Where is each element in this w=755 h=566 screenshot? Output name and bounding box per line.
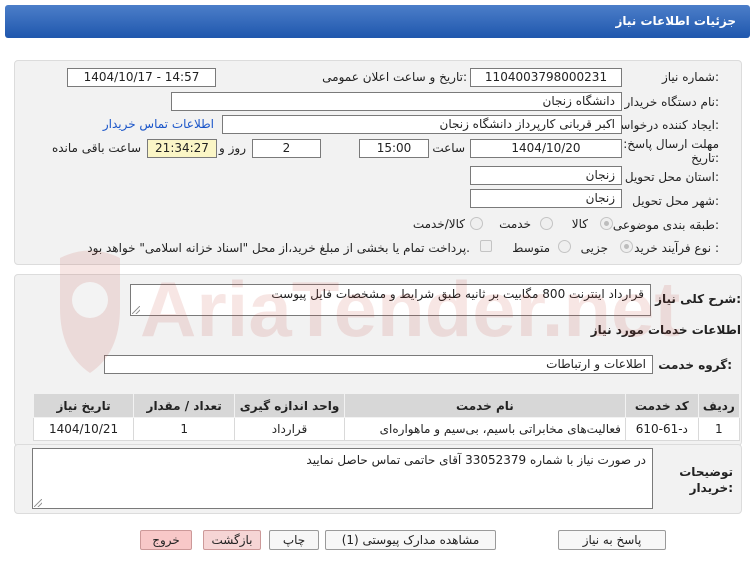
col-unit: واحد اندازه گیری [234, 393, 345, 418]
process-option-medium: متوسط [512, 241, 550, 255]
process-radio-minor[interactable] [620, 240, 633, 253]
city-label: شهر محل تحویل: [632, 194, 719, 208]
deadline-time-field: 15:00 [359, 139, 429, 158]
deadline-time-label: ساعت [432, 141, 465, 155]
col-row: ردیف [697, 393, 741, 418]
cell-name: فعالیت‌های مخابراتی باسیم، بی‌سیم و ماهو… [343, 417, 626, 441]
process-radio-medium[interactable] [558, 240, 571, 253]
services-section-title: اطلاعات خدمات مورد نیاز [590, 323, 741, 337]
exit-button[interactable]: خروج [140, 530, 192, 550]
province-field: زنجان [470, 166, 622, 185]
summary-resize-grip[interactable] [132, 306, 140, 314]
cell-row: 1 [697, 417, 741, 441]
cell-code: د-61-610 [624, 417, 699, 441]
category-radio-goods-service[interactable] [470, 217, 483, 230]
need-number-field: 1104003798000231 [470, 68, 622, 87]
announce-datetime-field: 1404/10/17 - 14:57 [67, 68, 216, 87]
deadline-date-field: 1404/10/20 [470, 139, 622, 158]
cell-need-date: 1404/10/21 [32, 417, 135, 441]
days-label: روز و [219, 141, 246, 155]
category-radio-goods[interactable] [600, 217, 613, 230]
buyer-notes-label-2: خریدار: [689, 481, 733, 495]
buyer-org-label: نام دستگاه خریدار: [624, 95, 720, 109]
process-label: نوع فرآیند خرید : [634, 241, 719, 255]
need-number-label: شماره نیاز: [661, 70, 719, 84]
payment-note: پرداخت تمام یا بخشی از مبلغ خرید،از محل … [87, 241, 470, 255]
days-remaining-field: 2 [252, 139, 321, 158]
page-header: جزئیات اطلاعات نیاز [5, 5, 750, 38]
details-panel [14, 60, 742, 265]
deadline-date-label: تاریخ: [691, 151, 719, 165]
page-title: جزئیات اطلاعات نیاز [615, 14, 736, 28]
col-code: کد خدمت [624, 393, 699, 418]
announce-label: تاریخ و ساعت اعلان عمومی: [322, 70, 467, 84]
city-field: زنجان [470, 189, 622, 208]
buyer-org-field: دانشگاه زنجان [171, 92, 622, 111]
remaining-time-field: 21:34:27 [147, 139, 217, 158]
cell-quantity: 1 [133, 417, 236, 441]
process-option-minor: جزیی [580, 241, 608, 255]
buyer-contact-link[interactable]: اطلاعات تماس خریدار [103, 117, 214, 131]
category-option-goods-service: کالا/خدمت [412, 217, 465, 231]
category-radio-service[interactable] [540, 217, 553, 230]
treasury-checkbox[interactable] [480, 240, 492, 252]
buyer-notes-textarea[interactable]: در صورت نیاز با شماره 33052379 آقای حاتم… [32, 448, 653, 509]
table-row: 1 د-61-610 فعالیت‌های مخابراتی باسیم، بی… [32, 417, 741, 441]
summary-textarea[interactable]: قرارداد اینترنت 800 مگابیت بر ثانیه طبق … [130, 284, 651, 316]
services-table-header: ردیف کد خدمت نام خدمت واحد اندازه گیری ت… [32, 393, 741, 418]
province-label: استان محل تحویل: [624, 170, 719, 184]
col-name: نام خدمت [343, 393, 626, 418]
deadline-label: مهلت ارسال پاسخ: تا [612, 137, 719, 151]
summary-label: شرح کلی نیاز: [655, 292, 741, 306]
col-quantity: تعداد / مقدار [133, 393, 236, 418]
attachments-button[interactable]: مشاهده مدارک پیوستی (1) [325, 530, 496, 550]
remaining-label: ساعت باقی مانده [51, 141, 141, 155]
print-button[interactable]: چاپ [269, 530, 319, 550]
cell-unit: قرارداد [234, 417, 345, 441]
creator-label: ایجاد کننده درخواست: [608, 118, 719, 132]
service-group-label: گروه خدمت: [658, 358, 732, 372]
category-label: طبقه بندی موضوعی: [612, 218, 719, 232]
col-need-date: تاریخ نیاز [32, 393, 135, 418]
notes-resize-grip[interactable] [34, 499, 42, 507]
category-option-service: خدمت [499, 217, 531, 231]
services-table: ردیف کد خدمت نام خدمت واحد اندازه گیری ت… [32, 393, 741, 441]
creator-field: اکبر قربانی کارپرداز دانشگاه زنجان [222, 115, 622, 134]
back-button[interactable]: بازگشت [203, 530, 261, 550]
reply-button[interactable]: پاسخ به نیاز [558, 530, 666, 550]
category-option-goods: کالا [571, 217, 588, 231]
service-group-field: اطلاعات و ارتباطات [104, 355, 653, 374]
buyer-notes-label: توضیحات [679, 465, 733, 479]
